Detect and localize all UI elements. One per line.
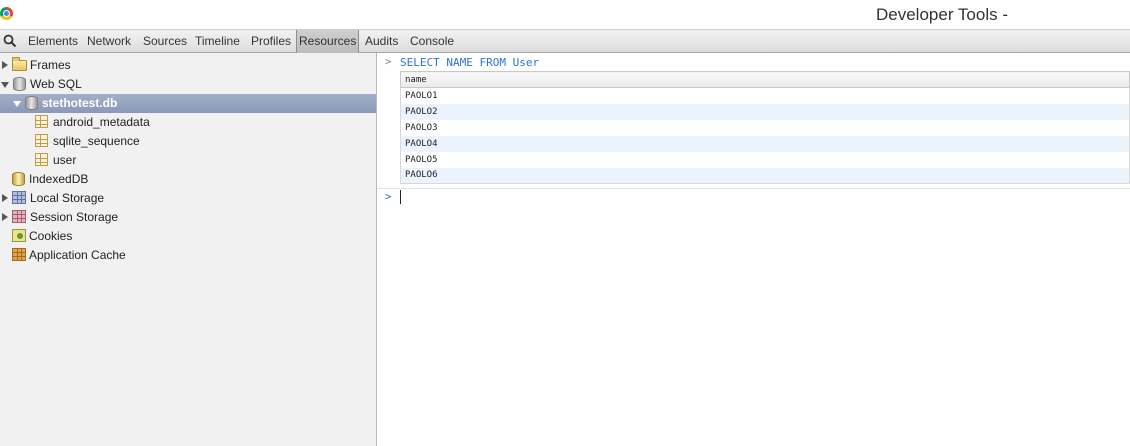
tab-resources[interactable]: Resources — [296, 30, 360, 53]
sidebar-item-label: Session Storage — [30, 210, 119, 224]
table-row: PAOLO5 — [400, 151, 1130, 168]
sidebar-item-frames[interactable]: Frames — [0, 56, 376, 75]
sidebar-item-label: Local Storage — [30, 191, 105, 205]
sidebar-item-label: stethotest.db — [42, 96, 118, 110]
sidebar-item-label: Cookies — [29, 229, 73, 243]
sidebar-item-label: Frames — [30, 58, 71, 72]
sidebar-item-android-metadata[interactable]: android_metadata — [0, 113, 376, 132]
sidebar-item-session-storage[interactable]: Session Storage — [0, 208, 376, 227]
sidebar-item-label: sqlite_sequence — [53, 134, 140, 148]
sidebar-item-sqlite-sequence[interactable]: sqlite_sequence — [0, 132, 376, 151]
tab-elements[interactable]: Elements — [26, 30, 80, 53]
cache-icon — [12, 248, 26, 261]
sidebar-item-local-storage[interactable]: Local Storage — [0, 189, 376, 208]
sidebar-item-application-cache[interactable]: Application Cache — [0, 246, 376, 265]
search-icon[interactable] — [3, 34, 17, 48]
table-icon — [35, 134, 48, 147]
input-prompt-arrow-icon: > — [385, 190, 392, 203]
sidebar-item-stethotest-db[interactable]: stethotest.db — [0, 94, 376, 113]
executed-query: SELECT NAME FROM User — [400, 56, 540, 69]
column-header-name[interactable]: name — [400, 71, 1130, 88]
tab-console[interactable]: Console — [408, 30, 456, 53]
table-row: PAOLO3 — [400, 119, 1130, 136]
grid-icon — [12, 210, 26, 223]
text-cursor — [400, 190, 401, 204]
table-cell: PAOLO5 — [400, 151, 1130, 168]
database-icon — [25, 96, 38, 110]
window-title: Developer Tools - — [876, 5, 1008, 24]
table-cell: PAOLO1 — [400, 87, 1130, 104]
prompt-arrow-icon: > — [385, 55, 392, 68]
table-row: PAOLO6 — [400, 167, 1130, 184]
title-bar: Developer Tools - — [0, 0, 1130, 29]
table-cell: PAOLO2 — [400, 103, 1130, 120]
table-row: PAOLO2 — [400, 103, 1130, 120]
database-icon — [12, 172, 25, 186]
sidebar-item-web-sql[interactable]: Web SQL — [0, 75, 376, 94]
tab-sources[interactable]: Sources — [141, 30, 189, 53]
table-row: PAOLO1 — [400, 87, 1130, 104]
table-icon — [35, 115, 48, 128]
cookie-icon — [12, 229, 26, 242]
table-cell: PAOLO4 — [400, 135, 1130, 152]
sidebar-item-label: user — [53, 153, 77, 167]
sidebar-item-label: Application Cache — [29, 248, 126, 262]
database-icon — [13, 77, 26, 91]
sidebar-item-user[interactable]: user — [0, 151, 376, 170]
table-row: PAOLO4 — [400, 135, 1130, 152]
resources-sidebar: Frames Web SQL stethotest.db android_met… — [0, 53, 377, 446]
disclosure-triangle-icon[interactable] — [2, 213, 8, 221]
tab-timeline[interactable]: Timeline — [193, 30, 242, 53]
table-cell: PAOLO6 — [400, 167, 1130, 184]
disclosure-triangle-icon[interactable] — [13, 101, 21, 107]
tab-profiles[interactable]: Profiles — [249, 30, 293, 53]
panel-toolbar: Elements Network Sources Timeline Profil… — [0, 29, 1130, 53]
grid-icon — [12, 191, 26, 204]
table-cell: PAOLO3 — [400, 119, 1130, 136]
disclosure-triangle-icon[interactable] — [1, 82, 9, 88]
sql-console[interactable]: > SELECT NAME FROM User name PAOLO1 PAOL… — [378, 53, 1130, 446]
table-icon — [35, 153, 48, 166]
chrome-icon — [0, 7, 13, 20]
sidebar-item-label: android_metadata — [53, 115, 150, 129]
tab-network[interactable]: Network — [85, 30, 133, 53]
folder-icon — [12, 57, 27, 71]
sidebar-item-cookies[interactable]: Cookies — [0, 227, 376, 246]
sidebar-item-indexeddb[interactable]: IndexedDB — [0, 170, 376, 189]
tab-audits[interactable]: Audits — [363, 30, 400, 53]
console-divider — [378, 188, 1130, 189]
table-header-row: name — [400, 71, 1130, 88]
query-result-table: name PAOLO1 PAOLO2 PAOLO3 PAOLO4 PAOLO5 … — [400, 71, 1130, 184]
console-input[interactable] — [400, 190, 1120, 206]
disclosure-triangle-icon[interactable] — [2, 61, 8, 69]
disclosure-triangle-icon[interactable] — [2, 194, 8, 202]
sidebar-item-label: Web SQL — [30, 77, 82, 91]
sidebar-item-label: IndexedDB — [29, 172, 89, 186]
